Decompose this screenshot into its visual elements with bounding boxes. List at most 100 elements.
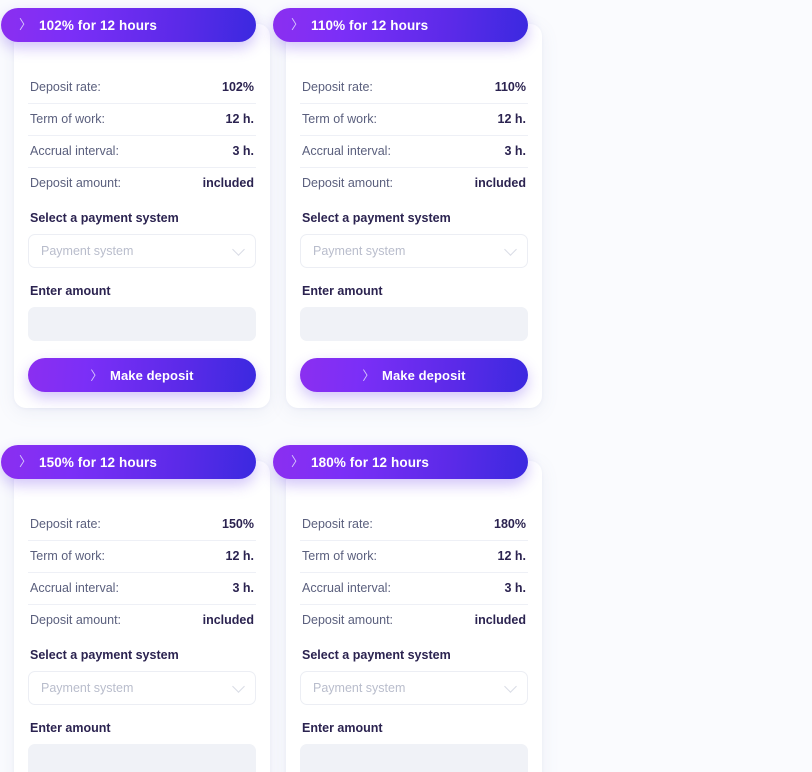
spec-label: Deposit rate: <box>302 517 373 531</box>
spec-label: Deposit amount: <box>302 176 394 190</box>
spec-label: Accrual interval: <box>302 581 391 595</box>
chevron-right-icon: 〉 <box>90 368 104 383</box>
spec-label: Term of work: <box>302 112 378 126</box>
payment-system-placeholder: Payment system <box>41 681 134 695</box>
field-spacer <box>28 270 256 284</box>
field-spacer <box>300 707 528 721</box>
spec-value-term-of-work: 12 h. <box>497 112 527 126</box>
payment-system-select[interactable]: Payment system <box>28 234 256 268</box>
payment-system-placeholder: Payment system <box>313 244 406 258</box>
spec-label: Deposit amount: <box>30 613 122 627</box>
spec-row-term-of-work: Term of work: 12 h. <box>300 541 528 573</box>
spec-label: Accrual interval: <box>30 581 119 595</box>
deposit-plan-card: 〉 102% for 12 hours Deposit rate: 102% T… <box>1 8 270 408</box>
spec-value-deposit-rate: 102% <box>222 80 254 94</box>
deposit-plans-grid: 〉 102% for 12 hours Deposit rate: 102% T… <box>0 0 812 772</box>
spec-label: Deposit amount: <box>30 176 122 190</box>
spec-label: Deposit rate: <box>302 80 373 94</box>
plan-title: 102% for 12 hours <box>39 17 158 33</box>
payment-system-field-group: Select a payment system Payment system <box>28 648 256 705</box>
chevron-down-icon <box>232 680 245 693</box>
spec-label: Term of work: <box>30 549 106 563</box>
amount-input[interactable] <box>300 744 528 772</box>
spec-row-deposit-rate: Deposit rate: 150% <box>28 509 256 541</box>
make-deposit-label: Make deposit <box>382 367 466 383</box>
amount-field-group: Enter amount <box>300 721 528 772</box>
spec-row-deposit-amount: Deposit amount: included <box>28 168 256 199</box>
spec-value-term-of-work: 12 h. <box>225 549 255 563</box>
spec-row-deposit-amount: Deposit amount: included <box>300 168 528 199</box>
spec-value-deposit-amount: included <box>202 613 254 627</box>
spec-value-deposit-amount: included <box>202 176 254 190</box>
plan-spec-list: Deposit rate: 102% Term of work: 12 h. A… <box>28 72 256 199</box>
amount-label: Enter amount <box>302 284 383 298</box>
spec-value-accrual-interval: 3 h. <box>232 581 254 595</box>
spec-label: Accrual interval: <box>302 144 391 158</box>
field-spacer <box>28 707 256 721</box>
payment-system-placeholder: Payment system <box>313 681 406 695</box>
payment-system-label: Select a payment system <box>302 648 451 662</box>
amount-label: Enter amount <box>302 721 383 735</box>
plan-title: 150% for 12 hours <box>39 454 158 470</box>
spec-row-accrual-interval: Accrual interval: 3 h. <box>300 573 528 605</box>
spec-value-deposit-rate: 180% <box>494 517 526 531</box>
spec-value-accrual-interval: 3 h. <box>504 144 526 158</box>
spec-label: Term of work: <box>30 112 106 126</box>
make-deposit-label: Make deposit <box>110 367 194 383</box>
spec-value-accrual-interval: 3 h. <box>232 144 254 158</box>
plan-title: 110% for 12 hours <box>311 17 429 33</box>
spec-row-deposit-rate: Deposit rate: 102% <box>28 72 256 104</box>
payment-system-select[interactable]: Payment system <box>28 671 256 705</box>
spec-label: Accrual interval: <box>30 144 119 158</box>
plan-header-badge: 〉 110% for 12 hours <box>273 8 528 42</box>
deposit-plan-card: 〉 180% for 12 hours Deposit rate: 180% T… <box>273 445 542 772</box>
amount-input[interactable] <box>28 307 256 341</box>
spec-value-term-of-work: 12 h. <box>225 112 255 126</box>
amount-label: Enter amount <box>30 721 111 735</box>
amount-field-group: Enter amount <box>28 721 256 772</box>
plan-title: 180% for 12 hours <box>311 454 430 470</box>
chevron-right-icon: 〉 <box>362 368 376 383</box>
plan-header-badge: 〉 150% for 12 hours <box>1 445 256 479</box>
deposit-plan-card: 〉 110% for 12 hours Deposit rate: 110% T… <box>273 8 542 408</box>
chevron-right-icon: 〉 <box>19 16 33 32</box>
amount-label: Enter amount <box>30 284 111 298</box>
spec-value-deposit-rate: 110% <box>494 80 526 94</box>
spec-row-accrual-interval: Accrual interval: 3 h. <box>28 573 256 605</box>
spec-row-accrual-interval: Accrual interval: 3 h. <box>28 136 256 168</box>
chevron-right-icon: 〉 <box>291 453 305 469</box>
payment-system-field-group: Select a payment system Payment system <box>300 648 528 705</box>
spec-row-deposit-rate: Deposit rate: 180% <box>300 509 528 541</box>
deposit-plan-card: 〉 150% for 12 hours Deposit rate: 150% T… <box>1 445 270 772</box>
make-deposit-button[interactable]: 〉 Make deposit <box>28 358 256 392</box>
amount-input[interactable] <box>28 744 256 772</box>
amount-field-group: Enter amount <box>300 284 528 341</box>
spec-row-term-of-work: Term of work: 12 h. <box>300 104 528 136</box>
plan-header-badge: 〉 102% for 12 hours <box>1 8 256 42</box>
payment-system-label: Select a payment system <box>302 211 451 225</box>
spec-value-deposit-rate: 150% <box>222 517 254 531</box>
spec-value-accrual-interval: 3 h. <box>504 581 526 595</box>
payment-system-select[interactable]: Payment system <box>300 234 528 268</box>
spec-row-term-of-work: Term of work: 12 h. <box>28 104 256 136</box>
field-spacer <box>300 270 528 284</box>
spec-label: Deposit rate: <box>30 517 101 531</box>
chevron-right-icon: 〉 <box>19 453 33 469</box>
spec-value-term-of-work: 12 h. <box>497 549 527 563</box>
spec-row-deposit-rate: Deposit rate: 110% <box>300 72 528 104</box>
plan-spec-list: Deposit rate: 180% Term of work: 12 h. A… <box>300 509 528 636</box>
spec-row-deposit-amount: Deposit amount: included <box>28 605 256 636</box>
spec-value-deposit-amount: included <box>474 176 526 190</box>
payment-system-placeholder: Payment system <box>41 244 134 258</box>
spec-row-deposit-amount: Deposit amount: included <box>300 605 528 636</box>
spec-label: Deposit amount: <box>302 613 394 627</box>
amount-input[interactable] <box>300 307 528 341</box>
plan-header-badge: 〉 180% for 12 hours <box>273 445 528 479</box>
payment-system-label: Select a payment system <box>30 648 179 662</box>
payment-system-field-group: Select a payment system Payment system <box>28 211 256 268</box>
chevron-right-icon: 〉 <box>291 16 305 32</box>
make-deposit-button[interactable]: 〉 Make deposit <box>300 358 528 392</box>
payment-system-select[interactable]: Payment system <box>300 671 528 705</box>
payment-system-field-group: Select a payment system Payment system <box>300 211 528 268</box>
spec-value-deposit-amount: included <box>474 613 526 627</box>
